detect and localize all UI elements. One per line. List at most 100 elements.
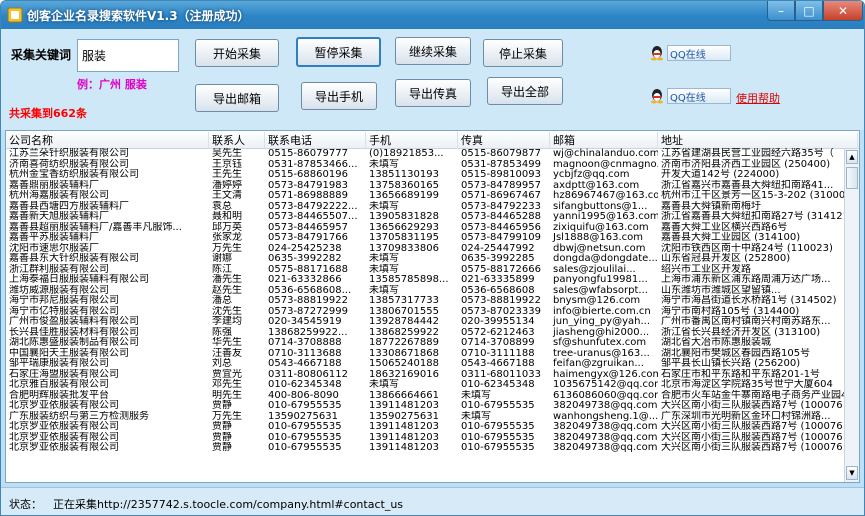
results-table[interactable]: 公司名称 联系人 联系电话 手机 传真 邮箱 地址 江苏兰朵针织服装有限公司 吴先生 0515-… <box>5 130 860 483</box>
cell-mobile: 未填写 <box>369 158 399 170</box>
cell-phone: 010-67955535 <box>268 431 342 443</box>
cell-company: 湖北陈惠盛服装制品有限公司 <box>9 337 139 348</box>
cell-contact: 王京钰 <box>212 158 242 170</box>
column-header-fax[interactable]: 传真 <box>458 132 550 149</box>
cell-phone: 0531-87853466... <box>268 158 358 170</box>
qq-penguin-icon <box>651 89 663 104</box>
cell-contact: 汪善友 <box>212 347 242 359</box>
cell-address: 石家庄市和平东路和平东路201-1号 <box>661 368 821 380</box>
qq-online-link-1[interactable]: QQ在线 <box>649 45 731 61</box>
cell-email: yanni1995@163.com <box>553 211 658 222</box>
cell-address: 杭州市江干区景芳一区15-3-202 (310000 <box>661 190 852 201</box>
cell-fax: 010-67955535 <box>461 421 535 432</box>
cell-contact: 华先生 <box>212 337 242 348</box>
column-header-company[interactable]: 公司名称 <box>6 132 209 149</box>
keyword-input[interactable] <box>77 39 179 72</box>
cell-contact: 刘总 <box>212 358 232 369</box>
help-link[interactable]: 使用帮助 <box>736 90 780 106</box>
cell-email: hz86967467@163.com <box>553 190 658 201</box>
column-header-mobile[interactable]: 手机 <box>366 132 458 149</box>
cell-contact: 李建均 <box>212 316 242 327</box>
cell-contact: 邓先生 <box>212 379 242 390</box>
cell-company: 北京罗亚依服装有限公司 <box>9 421 119 432</box>
qq-online-link-2[interactable]: QQ在线 <box>649 88 731 104</box>
cell-email: sf@shunfutex.com <box>553 337 647 348</box>
cell-company: 嘉善新天旭服装辅料厂 <box>9 211 109 222</box>
export-phone-button[interactable]: 导出手机 <box>301 82 377 110</box>
cell-address: 嘉善县大舜镇新南梅圩 <box>661 200 761 212</box>
cell-fax: 0573-84799109 <box>461 232 541 243</box>
cell-company: 济南喜荷纺织服装有限公司 <box>9 158 129 170</box>
stop-collect-button[interactable]: 停止采集 <box>483 39 563 67</box>
scroll-down-arrow[interactable]: ▼ <box>846 466 858 480</box>
cell-phone: 400-806-8090 <box>268 389 339 401</box>
cell-phone: 0573-87272999 <box>268 305 348 317</box>
cell-phone: 0515-86079777 <box>268 148 348 159</box>
cell-company: 邹平瑞康服装有限公司 <box>9 358 109 369</box>
cell-company: 北京雅百服装有限公司 <box>9 379 109 390</box>
cell-phone: 0543-4667188 <box>268 358 342 369</box>
vertical-scrollbar[interactable]: ▲ ▼ <box>844 149 859 482</box>
cell-company: 广州市俊盈服装辅料有限公司 <box>9 316 139 327</box>
cell-phone: 0573-84465957 <box>268 221 348 233</box>
cell-address: 开发大道142号 (224000) <box>661 169 780 180</box>
cell-email: dongda@dongdate... <box>553 253 658 264</box>
cell-address: 广州市番禺区南村镇南兴村南苏路东... <box>661 316 831 327</box>
cell-company: 北京罗亚依服装有限公司 <box>9 442 119 453</box>
maximize-button[interactable]: □ <box>795 1 823 21</box>
cell-mobile: 13709833806 <box>369 242 439 254</box>
cell-fax: 0311-68011033 <box>461 368 541 380</box>
cell-mobile: 13905831828 <box>369 211 439 222</box>
cell-contact: 贾静 <box>212 421 232 432</box>
cell-email: sales@zjoulilai... <box>553 263 636 275</box>
cell-address: 山东省冠县开发区 (252800) <box>661 253 791 264</box>
status-label: 状态： <box>9 498 42 511</box>
column-header-contact[interactable]: 联系人 <box>209 132 265 149</box>
table-row[interactable]: 北京罗亚依服装有限公司 贾静 010-67955535 13911481203 010-… <box>6 442 844 454</box>
cell-mobile: 13911481203 <box>369 400 439 411</box>
cell-mobile: 13705831195 <box>369 232 439 243</box>
cell-mobile: 未填写 <box>369 253 399 264</box>
cell-address: 大兴区南小街三队服装西路7号 (100076 <box>661 431 843 443</box>
cell-contact: 贾静 <box>212 442 232 453</box>
cell-email: feifan@zgruikan... <box>553 358 644 369</box>
cell-fax: 024-25447992 <box>461 242 535 254</box>
cell-email: bnysm@126.com <box>553 295 641 306</box>
pause-collect-button[interactable]: 暂停采集 <box>296 37 381 67</box>
cell-address: 绍兴市工业区开发路 <box>661 263 751 275</box>
cell-contact: 潘婷婷 <box>212 179 242 191</box>
cell-fax: 0515-86079877 <box>461 148 541 159</box>
title-bar[interactable]: 创客企业名录搜索软件V1.3（注册成功） – □ ✕ <box>1 1 864 29</box>
scroll-thumb[interactable] <box>846 167 858 189</box>
column-header-phone[interactable]: 联系电话 <box>265 132 366 149</box>
cell-fax: 010-67955535 <box>461 431 535 443</box>
cell-contact: 潘先生 <box>212 274 242 285</box>
cell-phone: 0311-80806112 <box>268 368 348 380</box>
cell-phone: 010-67955535 <box>268 442 342 453</box>
cell-phone: 0515-68860196 <box>268 169 348 180</box>
qq-online-label-1: QQ在线 <box>667 45 731 61</box>
export-fax-button[interactable]: 导出传真 <box>395 79 471 107</box>
cell-phone: 0714-3708888 <box>268 337 342 348</box>
start-collect-button[interactable]: 开始采集 <box>195 39 279 67</box>
cell-phone: 020-34545919 <box>268 316 342 327</box>
cell-email: jun_ying_py@yah... <box>553 316 651 327</box>
scroll-up-arrow[interactable]: ▲ <box>846 150 858 164</box>
resume-collect-button[interactable]: 继续采集 <box>395 37 471 65</box>
export-all-button[interactable]: 导出全部 <box>487 77 563 105</box>
cell-company: 长兴县佳胜服装材料有限公司 <box>9 326 139 338</box>
cell-mobile: 13758360165 <box>369 179 439 191</box>
cell-email: wj@chinalanduo.com <box>553 148 658 159</box>
export-email-button[interactable]: 导出邮箱 <box>195 84 279 112</box>
cell-mobile: 13308671868 <box>369 347 439 359</box>
minimize-button[interactable]: – <box>767 1 795 21</box>
column-header-email[interactable]: 邮箱 <box>550 132 658 149</box>
close-button[interactable]: ✕ <box>823 1 863 21</box>
column-header-address[interactable]: 地址 <box>658 132 858 149</box>
cell-contact: 赵先生 <box>212 284 242 296</box>
cell-address: 海宁市南村路105号 (314400) <box>661 305 800 317</box>
cell-address: 邹平县长山镇长兴路 (256200) <box>661 358 801 369</box>
cell-email: ycbjfz@qq.com <box>553 169 630 180</box>
cell-mobile: 13656629293 <box>369 221 439 233</box>
cell-company: 嘉善县西塘四方服装辅料厂 <box>9 200 129 212</box>
